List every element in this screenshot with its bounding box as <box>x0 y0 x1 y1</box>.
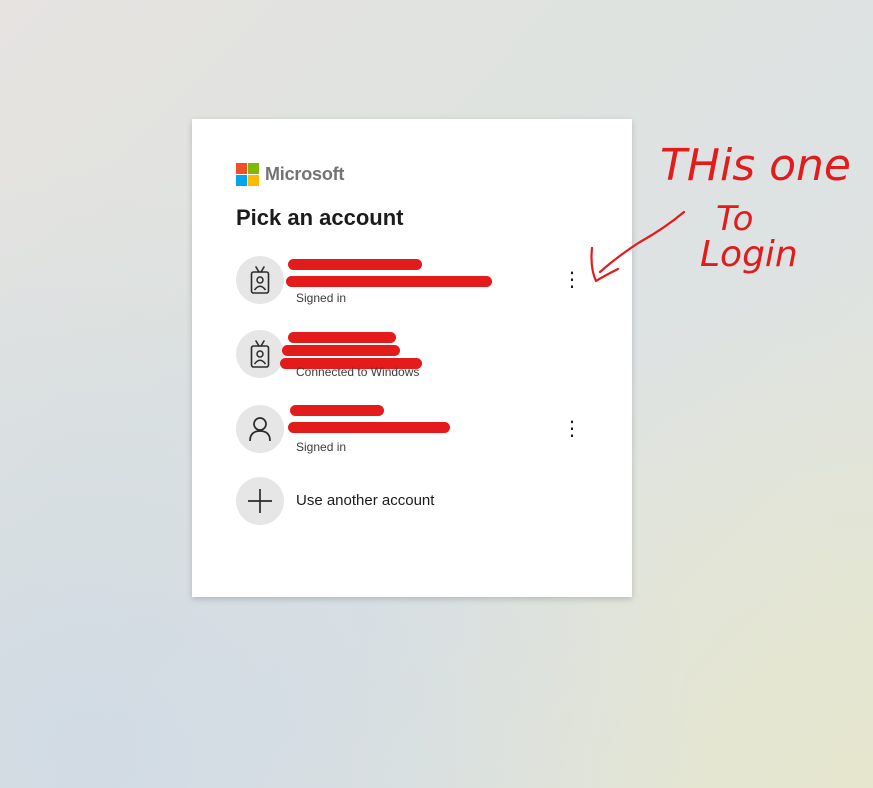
annotation-text-line-1: THis one <box>660 140 851 191</box>
annotation-text-line-3: Login <box>700 234 798 275</box>
annotation-text-line-2: To <box>716 199 753 239</box>
handwritten-annotation: THis one To Login <box>590 140 851 283</box>
